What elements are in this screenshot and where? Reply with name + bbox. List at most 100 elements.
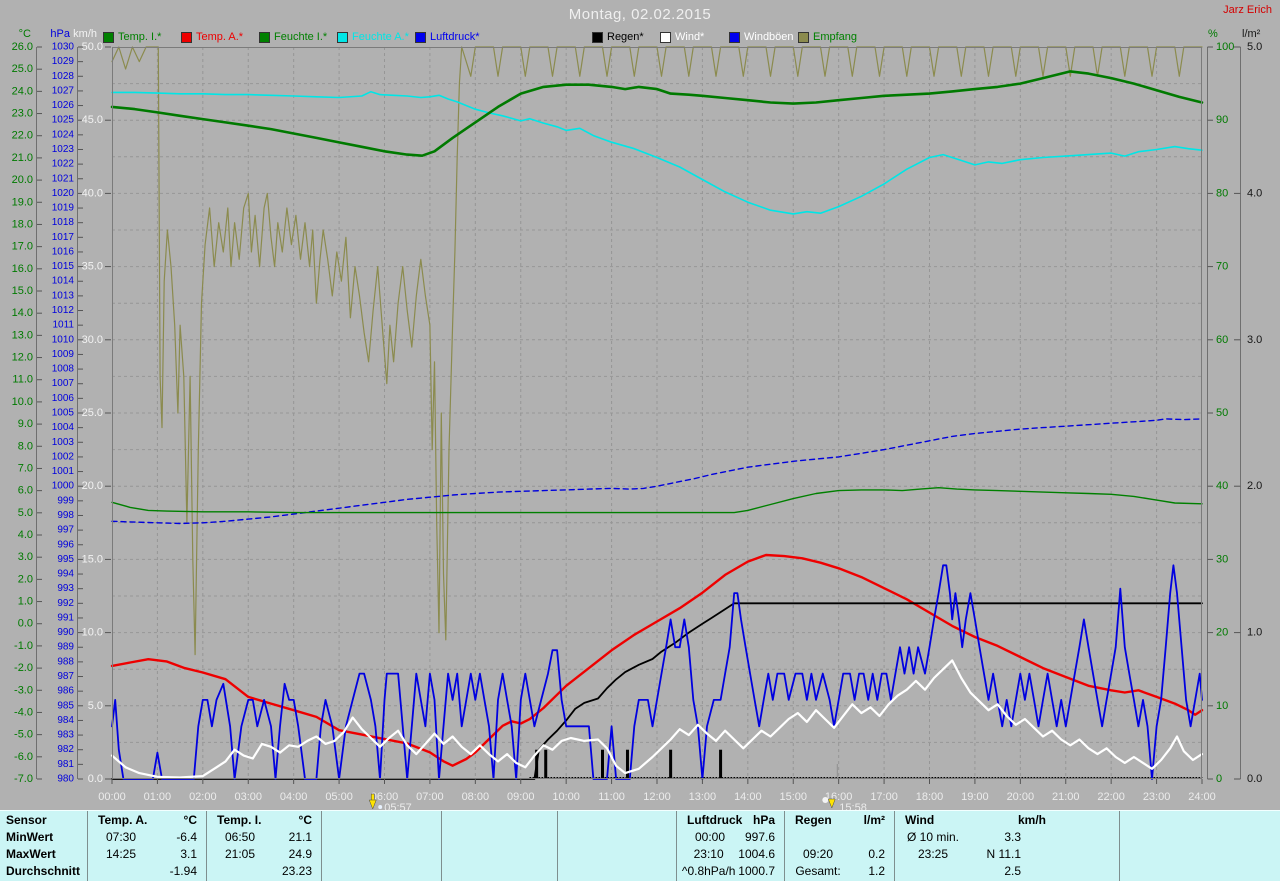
svg-text:985: 985 bbox=[57, 700, 74, 711]
avg-time bbox=[88, 863, 152, 880]
legend-item-temp-a[interactable]: Temp. A.* bbox=[181, 31, 243, 43]
svg-text:60: 60 bbox=[1216, 334, 1228, 346]
svg-text:40: 40 bbox=[1216, 480, 1228, 492]
svg-text:992: 992 bbox=[57, 598, 74, 609]
rain-bar bbox=[719, 750, 722, 779]
svg-text:24:00: 24:00 bbox=[1188, 791, 1216, 803]
col-unit: km/h bbox=[1018, 812, 1046, 829]
legend-item-feuchte-i[interactable]: Feuchte I.* bbox=[259, 31, 327, 43]
table-col-empty-3 bbox=[558, 811, 677, 881]
axis-rain: 5.04.03.02.01.00.0l/m² bbox=[1234, 28, 1262, 785]
svg-text:988: 988 bbox=[57, 656, 74, 667]
row-label-avg: Durchschnitt bbox=[0, 863, 87, 880]
legend-label: Feuchte I.* bbox=[274, 31, 327, 43]
svg-text:02:00: 02:00 bbox=[189, 791, 217, 803]
table-col-empty-2 bbox=[442, 811, 558, 881]
sunset-time-label: 15:58 bbox=[839, 802, 867, 810]
axis-time: 00:0001:0002:0003:0004:0005:0006:0007:00… bbox=[98, 779, 1216, 803]
svg-text:00:00: 00:00 bbox=[98, 791, 126, 803]
svg-text:1023: 1023 bbox=[52, 144, 75, 155]
svg-text:08:00: 08:00 bbox=[462, 791, 490, 803]
svg-text:3.0: 3.0 bbox=[1247, 334, 1262, 346]
sunset-icon bbox=[822, 797, 828, 803]
svg-text:19.0: 19.0 bbox=[12, 196, 33, 208]
svg-text:-1.0: -1.0 bbox=[14, 640, 33, 652]
min-value bbox=[849, 829, 894, 846]
svg-text:1019: 1019 bbox=[52, 203, 75, 214]
legend-item-empfang[interactable]: Empfang bbox=[798, 31, 857, 43]
svg-text:1029: 1029 bbox=[52, 56, 75, 67]
svg-text:16.0: 16.0 bbox=[12, 263, 33, 275]
svg-text:984: 984 bbox=[57, 715, 74, 726]
legend-swatch bbox=[103, 32, 114, 43]
legend-item-windb-en[interactable]: Windböen bbox=[729, 31, 794, 43]
table-col-temp-a: Temp. A.°C 07:30-6.4 14:253.1 -1.94 bbox=[88, 811, 207, 881]
min-value: -6.4 bbox=[152, 829, 206, 846]
avg-time: Gesamt: bbox=[785, 863, 849, 880]
legend-swatch bbox=[592, 32, 603, 43]
max-value: 24.9 bbox=[271, 846, 321, 863]
legend-label: Windböen bbox=[744, 31, 794, 43]
table-col-regen: Regenl/m² 09:200.2 Gesamt:1.2 bbox=[785, 811, 895, 881]
svg-text:1004: 1004 bbox=[52, 422, 75, 433]
legend-label: Luftdruck* bbox=[430, 31, 480, 43]
legend-swatch bbox=[259, 32, 270, 43]
col-name: Temp. I. bbox=[217, 812, 261, 829]
svg-text:993: 993 bbox=[57, 583, 74, 594]
table-col-luftdruck: LuftdruckhPa 00:00997.6 23:101004.6 ^0.8… bbox=[677, 811, 785, 881]
svg-text:26.0: 26.0 bbox=[12, 41, 33, 53]
col-name: Wind bbox=[905, 812, 934, 829]
svg-text:19:00: 19:00 bbox=[961, 791, 989, 803]
svg-text:24.0: 24.0 bbox=[12, 85, 33, 97]
svg-text:1030: 1030 bbox=[52, 42, 75, 53]
svg-text:5.0: 5.0 bbox=[88, 700, 103, 712]
svg-text:30.0: 30.0 bbox=[82, 334, 103, 346]
svg-text:8.0: 8.0 bbox=[18, 440, 33, 452]
col-unit: hPa bbox=[753, 812, 775, 829]
svg-text:l/m²: l/m² bbox=[1242, 28, 1261, 40]
svg-text:%: % bbox=[1208, 28, 1218, 40]
min-value: 997.6 bbox=[741, 829, 784, 846]
legend-item-temp-i[interactable]: Temp. I.* bbox=[103, 31, 161, 43]
svg-text:0.0: 0.0 bbox=[88, 773, 103, 785]
svg-text:1018: 1018 bbox=[52, 217, 75, 228]
legend-swatch bbox=[798, 32, 809, 43]
col-name: Temp. A. bbox=[98, 812, 147, 829]
svg-text:01:00: 01:00 bbox=[144, 791, 172, 803]
svg-text:50.0: 50.0 bbox=[82, 41, 103, 53]
svg-text:1001: 1001 bbox=[52, 466, 75, 477]
svg-text:989: 989 bbox=[57, 642, 74, 653]
svg-text:-3.0: -3.0 bbox=[14, 684, 33, 696]
svg-text:45.0: 45.0 bbox=[82, 114, 103, 126]
svg-text:10:00: 10:00 bbox=[552, 791, 580, 803]
svg-text:1028: 1028 bbox=[52, 71, 75, 82]
avg-value: 23.23 bbox=[271, 863, 321, 880]
svg-text:5.0: 5.0 bbox=[18, 507, 33, 519]
svg-text:994: 994 bbox=[57, 569, 74, 580]
svg-text:1026: 1026 bbox=[52, 100, 75, 111]
svg-text:11.0: 11.0 bbox=[12, 374, 33, 386]
legend-item-regen[interactable]: Regen* bbox=[592, 31, 644, 43]
svg-text:09:00: 09:00 bbox=[507, 791, 535, 803]
rain-bar bbox=[626, 750, 629, 779]
svg-text:1000: 1000 bbox=[52, 481, 75, 492]
svg-text:0.0: 0.0 bbox=[1247, 773, 1262, 785]
svg-text:12:00: 12:00 bbox=[643, 791, 671, 803]
svg-text:80: 80 bbox=[1216, 187, 1228, 199]
svg-text:-2.0: -2.0 bbox=[14, 662, 33, 674]
svg-text:2.0: 2.0 bbox=[18, 573, 33, 585]
max-time: 21:05 bbox=[207, 846, 271, 863]
svg-text:1006: 1006 bbox=[52, 393, 75, 404]
row-label-min: MinWert bbox=[0, 829, 87, 846]
svg-text:03:00: 03:00 bbox=[234, 791, 262, 803]
max-value: 0.2 bbox=[849, 846, 894, 863]
svg-text:1.0: 1.0 bbox=[18, 596, 33, 608]
svg-text:30: 30 bbox=[1216, 553, 1228, 565]
legend-item-feuchte-a[interactable]: Feuchte A.* bbox=[337, 31, 409, 43]
svg-text:999: 999 bbox=[57, 495, 74, 506]
svg-text:13:00: 13:00 bbox=[689, 791, 717, 803]
legend-item-wind[interactable]: Wind* bbox=[660, 31, 704, 43]
legend-swatch bbox=[660, 32, 671, 43]
svg-text:1021: 1021 bbox=[52, 173, 75, 184]
legend-item-luftdruck[interactable]: Luftdruck* bbox=[415, 31, 480, 43]
